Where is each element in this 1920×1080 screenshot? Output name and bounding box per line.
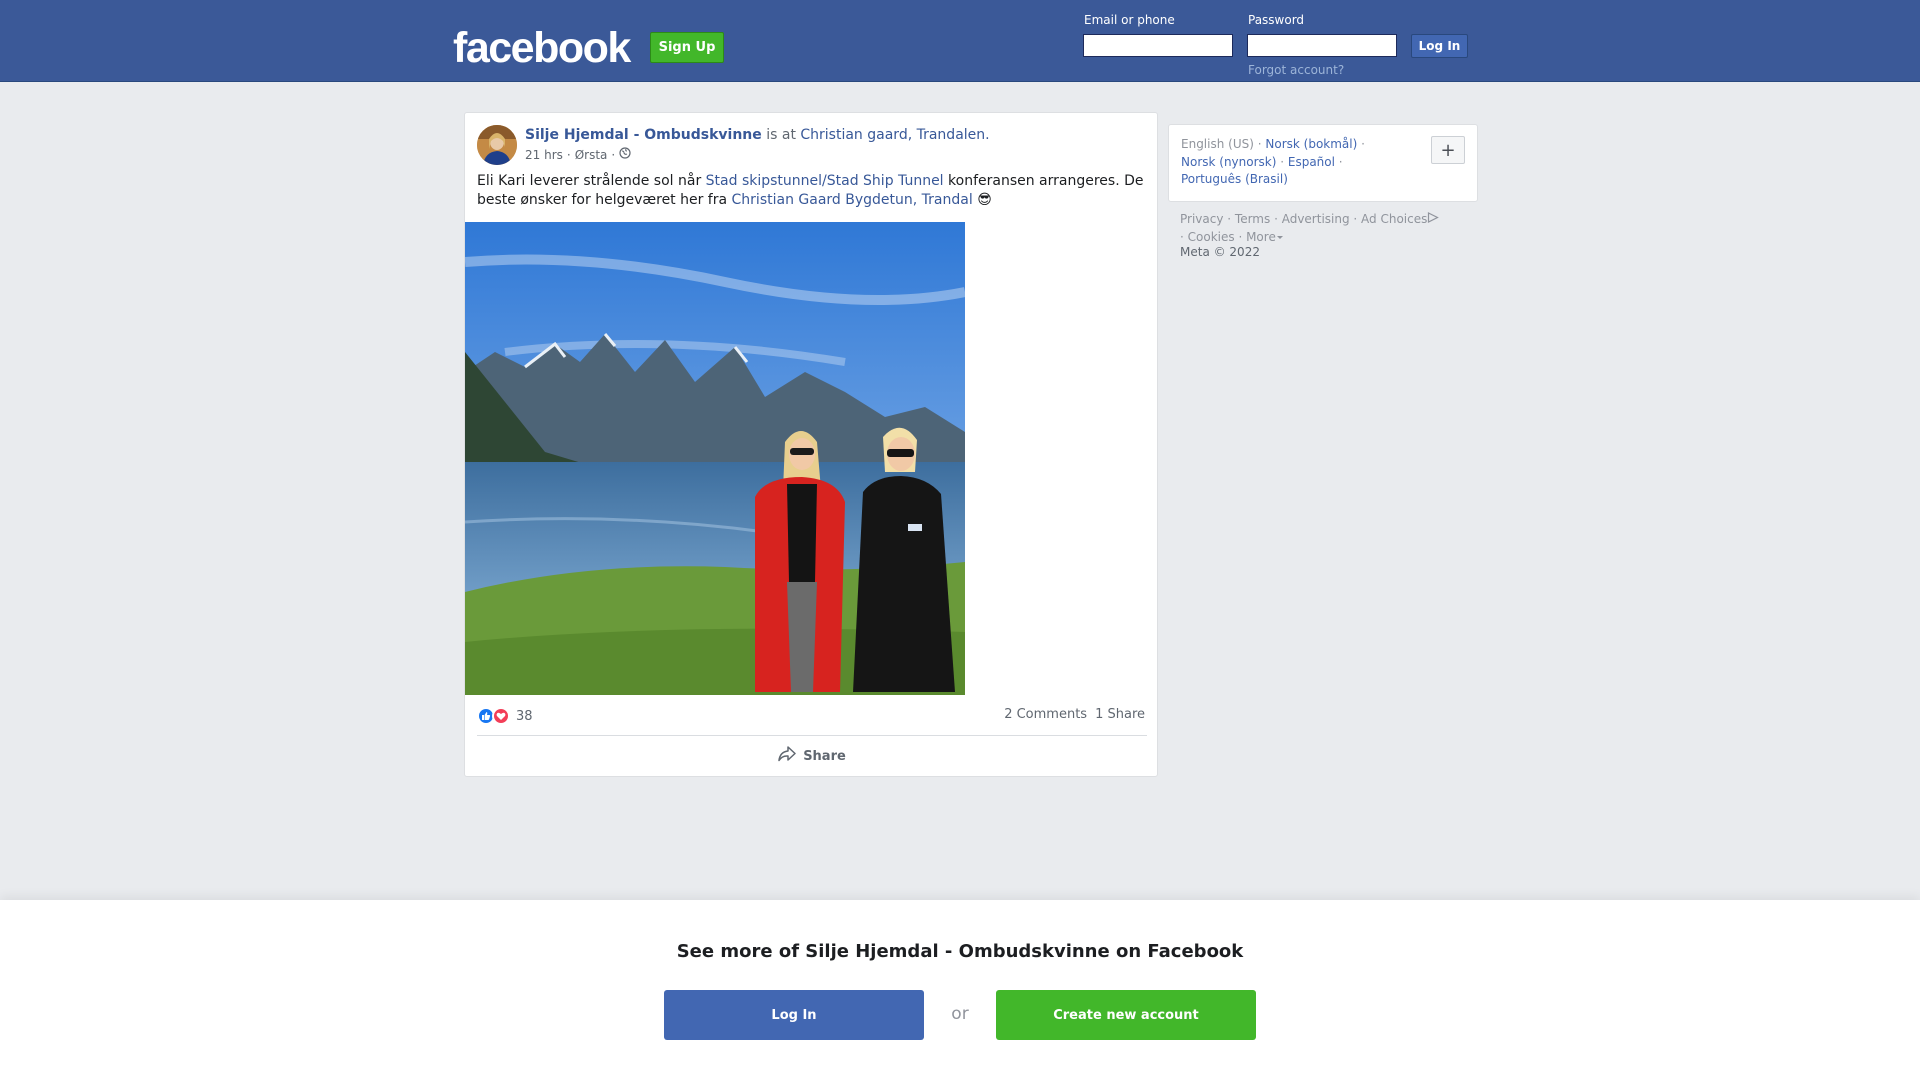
love-icon: [492, 707, 510, 725]
bygdetun-link[interactable]: Christian Gaard Bygdetun, Trandal: [732, 192, 973, 208]
post-location[interactable]: Ørsta: [575, 148, 608, 162]
avatar[interactable]: [477, 125, 517, 165]
password-label: Password: [1248, 13, 1305, 27]
top-bar: facebook Sign Up Email or phone Password…: [0, 0, 1920, 82]
divider: [477, 735, 1147, 736]
see-more-title: See more of Silje Hjemdal - Ombudskvinne…: [676, 941, 1244, 962]
post-text: Eli Kari leverer strålende sol når Stad …: [477, 172, 1149, 210]
sunglasses-emoji: 😎: [977, 192, 992, 208]
shares-count[interactable]: 1 Share: [1095, 707, 1145, 722]
language-selector: English (US) · Norsk (bokmål) · Norsk (n…: [1168, 124, 1478, 202]
caret-down-icon: [1276, 230, 1284, 244]
meta-separator: ·: [566, 147, 571, 162]
bottom-log-in-button[interactable]: Log In: [664, 990, 924, 1040]
separator-dot: ·: [1234, 230, 1247, 244]
language-espanol[interactable]: Español: [1288, 155, 1335, 169]
separator-dot: ·: [1180, 230, 1188, 244]
language-list: English (US) · Norsk (bokmål) · Norsk (n…: [1181, 136, 1421, 189]
share-label: Share: [803, 748, 846, 764]
reactions-summary[interactable]: 38: [477, 707, 533, 725]
share-icon: [778, 746, 796, 766]
engagement-counts: 2 Comments 1 Share: [1004, 707, 1145, 722]
post-header: Silje Hjemdal - Ombudskvinne is at Chris…: [525, 126, 990, 144]
post-meta: 21 hrs · Ørsta ·: [525, 147, 631, 162]
share-button[interactable]: Share: [465, 737, 1159, 775]
separator-dot: ·: [1253, 137, 1266, 151]
comments-count[interactable]: 2 Comments: [1004, 707, 1087, 722]
reaction-count: 38: [516, 708, 533, 724]
language-english[interactable]: English (US): [1181, 137, 1254, 151]
sign-up-button[interactable]: Sign Up: [650, 32, 724, 63]
cookies-link[interactable]: Cookies: [1188, 230, 1235, 244]
language-norsk-nynorsk[interactable]: Norsk (nynorsk): [1181, 155, 1276, 169]
meta-separator: ·: [611, 147, 616, 162]
footer-links: Privacy · Terms · Advertising · Ad Choic…: [1180, 210, 1480, 246]
is-at-text: is at: [761, 127, 801, 143]
or-label: or: [951, 1004, 969, 1024]
login-prompt-banner: See more of Silje Hjemdal - Ombudskvinne…: [0, 900, 1920, 1080]
create-account-button[interactable]: Create new account: [996, 990, 1256, 1040]
separator-dot: ·: [1276, 154, 1288, 169]
facebook-logo[interactable]: facebook: [453, 26, 631, 70]
ad-choices-link[interactable]: Ad Choices: [1361, 212, 1427, 226]
separator-dot: ·: [1349, 212, 1362, 226]
separator-dot: ·: [1334, 154, 1343, 169]
log-in-button[interactable]: Log In: [1411, 34, 1468, 58]
author-name[interactable]: Silje Hjemdal - Ombudskvinne: [525, 127, 762, 143]
copyright: Meta © 2022: [1180, 245, 1260, 259]
separator-dot: ·: [1270, 212, 1282, 226]
post-text-part: Eli Kari leverer strålende sol når: [477, 173, 706, 189]
advertising-link[interactable]: Advertising: [1282, 212, 1350, 226]
post-photo[interactable]: [465, 222, 965, 695]
terms-link[interactable]: Terms: [1235, 212, 1270, 226]
place-link[interactable]: Christian gaard, Trandalen.: [800, 127, 989, 143]
separator-dot: ·: [1357, 137, 1365, 151]
email-field[interactable]: [1083, 34, 1233, 57]
post-card: Silje Hjemdal - Ombudskvinne is at Chris…: [464, 112, 1158, 777]
more-link[interactable]: More: [1246, 230, 1276, 244]
email-label: Email or phone: [1084, 13, 1175, 27]
language-portugues[interactable]: Português (Brasil): [1181, 172, 1288, 186]
ad-choices-icon: [1427, 212, 1440, 226]
privacy-link[interactable]: Privacy: [1180, 212, 1223, 226]
separator-dot: ·: [1223, 212, 1235, 226]
forgot-account-link[interactable]: Forgot account?: [1248, 63, 1344, 77]
password-field[interactable]: [1247, 34, 1397, 57]
more-languages-button[interactable]: +: [1431, 136, 1465, 164]
stad-tunnel-link[interactable]: Stad skipstunnel/Stad Ship Tunnel: [706, 173, 944, 189]
language-norsk-bokmal[interactable]: Norsk (bokmål): [1265, 137, 1357, 151]
globe-icon: [619, 147, 631, 162]
post-time[interactable]: 21 hrs: [525, 148, 563, 162]
